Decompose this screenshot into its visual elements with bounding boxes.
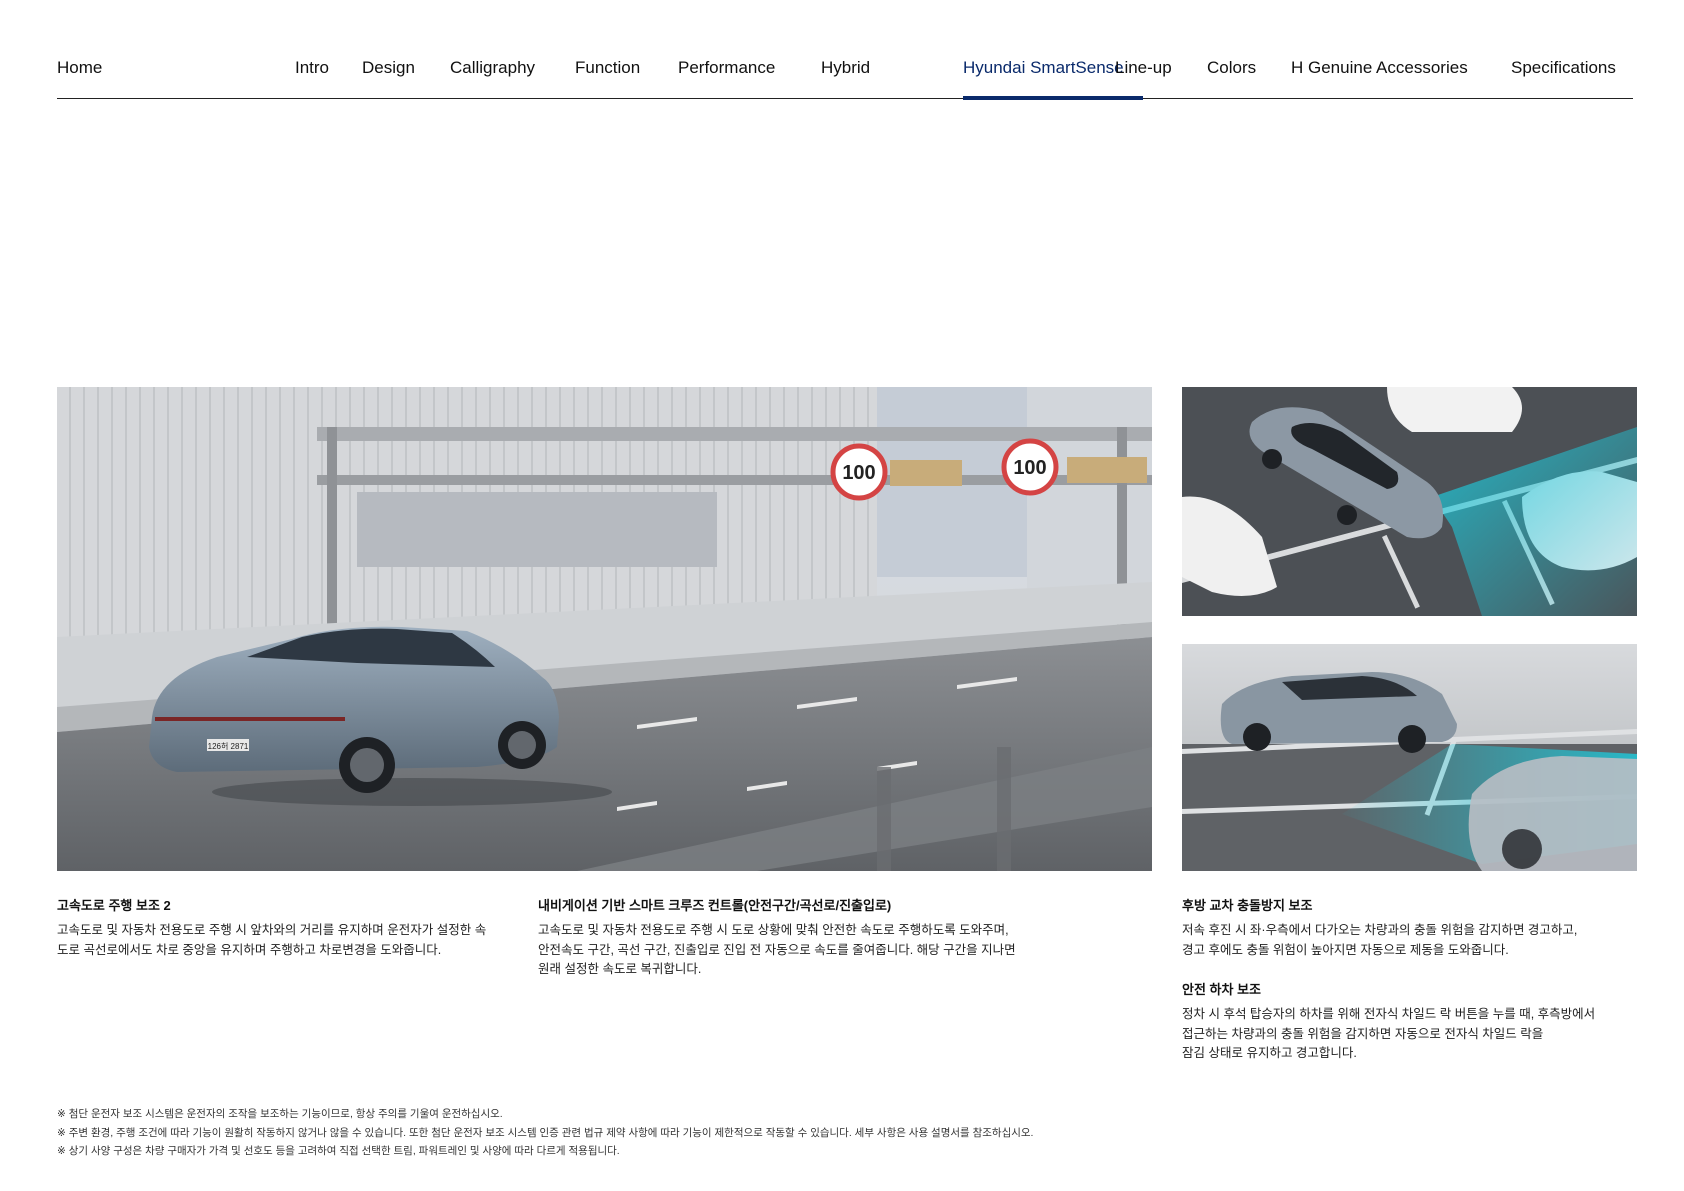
speed-sign-text-1: 100 bbox=[842, 462, 875, 484]
feature-title: 고속도로 주행 보조 2 bbox=[57, 898, 171, 913]
nav-specifications[interactable]: Specifications bbox=[1511, 56, 1616, 80]
highway-driving-photo: 100 100 126허 2871 bbox=[57, 387, 1152, 871]
nav-performance[interactable]: Performance bbox=[678, 56, 775, 80]
nav-home[interactable]: Home bbox=[57, 56, 102, 80]
feature-description: 저속 후진 시 좌·우측에서 다가오는 차량과의 충돌 위험을 감지하면 경고하… bbox=[1182, 923, 1578, 957]
nav-design[interactable]: Design bbox=[362, 56, 415, 80]
feature-safe-exit-assist: 안전 하차 보조 정차 시 후석 탑승자의 하차를 위해 전자식 차일드 락 버… bbox=[1182, 981, 1637, 1064]
nav-intro[interactable]: Intro bbox=[295, 56, 329, 80]
nav-hybrid[interactable]: Hybrid bbox=[821, 56, 870, 80]
footnote: ※ 주변 환경, 주행 조건에 따라 기능이 원활히 작동하지 않거나 않을 수… bbox=[57, 1126, 1034, 1139]
nav-line-up[interactable]: Line-up bbox=[1115, 56, 1172, 80]
nav-function[interactable]: Function bbox=[575, 56, 640, 80]
feature-description: 고속도로 및 자동차 전용도로 주행 시 도로 상황에 맞춰 안전한 속도로 주… bbox=[538, 923, 1016, 976]
speed-sign-text-2: 100 bbox=[1013, 457, 1046, 479]
nav-h-genuine-accessories[interactable]: H Genuine Accessories bbox=[1291, 56, 1468, 80]
feature-title: 안전 하차 보조 bbox=[1182, 982, 1261, 997]
footnote: ※ 첨단 운전자 보조 시스템은 운전자의 조작을 보조하는 기능이므로, 항상… bbox=[57, 1108, 503, 1120]
feature-highway-driving-assist: 고속도로 주행 보조 2 고속도로 및 자동차 전용도로 주행 시 앞차와의 거… bbox=[57, 897, 527, 960]
feature-rear-cross-traffic-collision-avoidance: 후방 교차 충돌방지 보조 저속 후진 시 좌·우측에서 다가오는 차량과의 충… bbox=[1182, 897, 1637, 960]
nav-hyundai-smartsense[interactable]: Hyundai SmartSense bbox=[963, 56, 1124, 80]
footnote: ※ 상기 사양 구성은 차량 구매자가 가격 및 선호도 등을 고려하여 직접 … bbox=[57, 1145, 620, 1157]
safe-exit-photo bbox=[1182, 644, 1637, 871]
rear-cross-traffic-photo bbox=[1182, 387, 1637, 616]
feature-description: 정차 시 후석 탑승자의 하차를 위해 전자식 차일드 락 버튼을 누를 때, … bbox=[1182, 1007, 1596, 1060]
feature-title: 후방 교차 충돌방지 보조 bbox=[1182, 898, 1313, 913]
footnotes: ※ 첨단 운전자 보조 시스템은 운전자의 조작을 보조하는 기능이므로, 항상… bbox=[57, 1105, 1557, 1161]
active-tab-indicator bbox=[963, 96, 1143, 100]
feature-navigation-smart-cruise-control: 내비게이션 기반 스마트 크루즈 컨트롤(안전구간/곡선로/진출입로) 고속도로… bbox=[538, 897, 1078, 980]
license-plate-text: 126허 2871 bbox=[208, 742, 249, 751]
nav-calligraphy[interactable]: Calligraphy bbox=[450, 56, 535, 80]
feature-description: 고속도로 및 자동차 전용도로 주행 시 앞차와의 거리를 유지하며 운전자가 … bbox=[57, 923, 487, 957]
nav-colors[interactable]: Colors bbox=[1207, 56, 1256, 80]
top-navigation: Home Intro Design Calligraphy Function P… bbox=[57, 52, 1633, 100]
feature-title: 내비게이션 기반 스마트 크루즈 컨트롤(안전구간/곡선로/진출입로) bbox=[538, 898, 892, 913]
